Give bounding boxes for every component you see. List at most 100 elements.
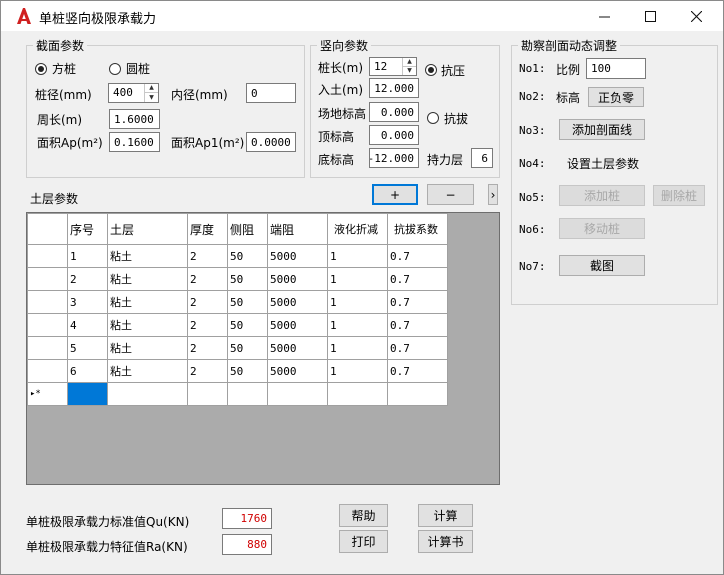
- soil-layer-grid[interactable]: 序号 土层 厚度 侧阻 端阻 液化折减 抗拔系数 1 粘土 2 50 5000 1 0.7 2…: [26, 212, 500, 485]
- new-row-marker[interactable]: ▸*: [27, 382, 68, 406]
- row-header[interactable]: [27, 290, 68, 314]
- table-cell[interactable]: [227, 382, 268, 406]
- table-cell[interactable]: 50: [227, 336, 268, 360]
- new-table-row[interactable]: ▸*: [27, 382, 448, 406]
- table-cell[interactable]: 粘土: [107, 359, 188, 383]
- row-header[interactable]: [27, 267, 68, 291]
- table-row[interactable]: 6 粘土 2 50 5000 1 0.7: [27, 359, 448, 383]
- table-cell[interactable]: 粘土: [107, 267, 188, 291]
- table-cell[interactable]: 1: [327, 359, 388, 383]
- table-cell[interactable]: 2: [67, 267, 108, 291]
- bottom-elev-input[interactable]: -12.000: [369, 148, 419, 168]
- table-cell[interactable]: 50: [227, 267, 268, 291]
- row-header[interactable]: [27, 313, 68, 337]
- screenshot-button[interactable]: 截图: [559, 255, 645, 276]
- table-row[interactable]: 3 粘土 2 50 5000 1 0.7: [27, 290, 448, 314]
- spin-down-icon[interactable]: ▼: [403, 67, 416, 76]
- inner-diameter-input[interactable]: 0: [246, 83, 296, 103]
- column-header[interactable]: 液化折减: [327, 213, 388, 245]
- table-cell[interactable]: 粘土: [107, 244, 188, 268]
- table-cell[interactable]: 1: [327, 267, 388, 291]
- table-cell[interactable]: 0.7: [387, 336, 448, 360]
- table-cell[interactable]: [327, 382, 388, 406]
- move-pile-button[interactable]: 移动桩: [559, 218, 645, 239]
- add-row-button[interactable]: +: [372, 184, 418, 205]
- table-row[interactable]: 2 粘土 2 50 5000 1 0.7: [27, 267, 448, 291]
- table-cell[interactable]: 2: [187, 313, 228, 337]
- table-cell[interactable]: 50: [227, 244, 268, 268]
- table-cell[interactable]: 1: [327, 244, 388, 268]
- table-row[interactable]: 1 粘土 2 50 5000 1 0.7: [27, 244, 448, 268]
- delete-pile-button[interactable]: 删除桩: [653, 185, 705, 206]
- table-cell[interactable]: 2: [187, 244, 228, 268]
- diameter-spin-arrows[interactable]: ▲ ▼: [144, 84, 158, 102]
- ratio-input[interactable]: 100: [586, 58, 646, 79]
- calculate-button[interactable]: 计算: [418, 504, 473, 527]
- pile-length-spin-arrows[interactable]: ▲ ▼: [402, 58, 416, 75]
- table-cell[interactable]: 50: [227, 313, 268, 337]
- table-cell[interactable]: [387, 382, 448, 406]
- embed-depth-input[interactable]: 12.000: [369, 78, 419, 98]
- table-cell[interactable]: 5000: [267, 336, 328, 360]
- help-button[interactable]: 帮助: [339, 504, 388, 527]
- table-cell[interactable]: 5: [67, 336, 108, 360]
- column-header[interactable]: 端阻: [267, 213, 328, 245]
- perimeter-input[interactable]: 1.6000: [109, 109, 160, 129]
- table-cell[interactable]: 5000: [267, 359, 328, 383]
- shape-square-radio[interactable]: [35, 63, 47, 75]
- spin-down-icon[interactable]: ▼: [145, 93, 158, 102]
- column-header[interactable]: 厚度: [187, 213, 228, 245]
- table-cell[interactable]: 2: [187, 290, 228, 314]
- minimize-button[interactable]: [581, 1, 627, 31]
- more-button[interactable]: ›: [488, 184, 498, 205]
- column-header[interactable]: 抗拔系数: [387, 213, 448, 245]
- table-cell[interactable]: 5000: [267, 290, 328, 314]
- spin-up-icon[interactable]: ▲: [145, 84, 158, 93]
- zero-elevation-button[interactable]: 正负零: [588, 87, 644, 107]
- table-cell[interactable]: 2: [187, 336, 228, 360]
- table-cell[interactable]: 0.7: [387, 359, 448, 383]
- table-cell[interactable]: 5000: [267, 244, 328, 268]
- table-cell[interactable]: 5000: [267, 313, 328, 337]
- table-cell[interactable]: 0.7: [387, 290, 448, 314]
- ground-elev-input[interactable]: 0.000: [369, 102, 419, 122]
- table-cell[interactable]: 粘土: [107, 336, 188, 360]
- bearing-layer-input[interactable]: 6: [471, 148, 493, 168]
- maximize-button[interactable]: [627, 1, 673, 31]
- compress-radio[interactable]: [425, 64, 437, 76]
- row-header[interactable]: [27, 336, 68, 360]
- qu-value[interactable]: 1760: [222, 508, 272, 529]
- selected-cell[interactable]: [67, 382, 108, 406]
- table-cell[interactable]: 50: [227, 290, 268, 314]
- table-cell[interactable]: 5000: [267, 267, 328, 291]
- table-cell[interactable]: [267, 382, 328, 406]
- column-header[interactable]: 侧阻: [227, 213, 268, 245]
- shape-round-radio[interactable]: [109, 63, 121, 75]
- table-row[interactable]: 5 粘土 2 50 5000 1 0.7: [27, 336, 448, 360]
- table-cell[interactable]: 粘土: [107, 290, 188, 314]
- column-header[interactable]: 序号: [67, 213, 108, 245]
- row-header[interactable]: [27, 359, 68, 383]
- pullout-radio[interactable]: [427, 112, 439, 124]
- table-cell[interactable]: 1: [327, 290, 388, 314]
- table-cell[interactable]: 4: [67, 313, 108, 337]
- column-header[interactable]: 土层: [107, 213, 188, 245]
- add-pile-button[interactable]: 添加桩: [559, 185, 645, 206]
- table-cell[interactable]: 2: [187, 359, 228, 383]
- close-button[interactable]: [673, 1, 719, 31]
- table-cell[interactable]: 50: [227, 359, 268, 383]
- table-cell[interactable]: [107, 382, 188, 406]
- table-cell[interactable]: 1: [327, 313, 388, 337]
- table-cell[interactable]: 2: [187, 267, 228, 291]
- area1-input[interactable]: 0.0000: [246, 132, 296, 152]
- table-cell[interactable]: 0.7: [387, 313, 448, 337]
- row-header[interactable]: [27, 244, 68, 268]
- table-cell[interactable]: 0.7: [387, 267, 448, 291]
- table-cell[interactable]: 粘土: [107, 313, 188, 337]
- table-cell[interactable]: 6: [67, 359, 108, 383]
- diameter-spinner[interactable]: 400 ▲ ▼: [108, 83, 159, 103]
- table-row[interactable]: 4 粘土 2 50 5000 1 0.7: [27, 313, 448, 337]
- table-cell[interactable]: [187, 382, 228, 406]
- add-section-line-button[interactable]: 添加剖面线: [559, 119, 645, 140]
- area-input[interactable]: 0.1600: [109, 132, 160, 152]
